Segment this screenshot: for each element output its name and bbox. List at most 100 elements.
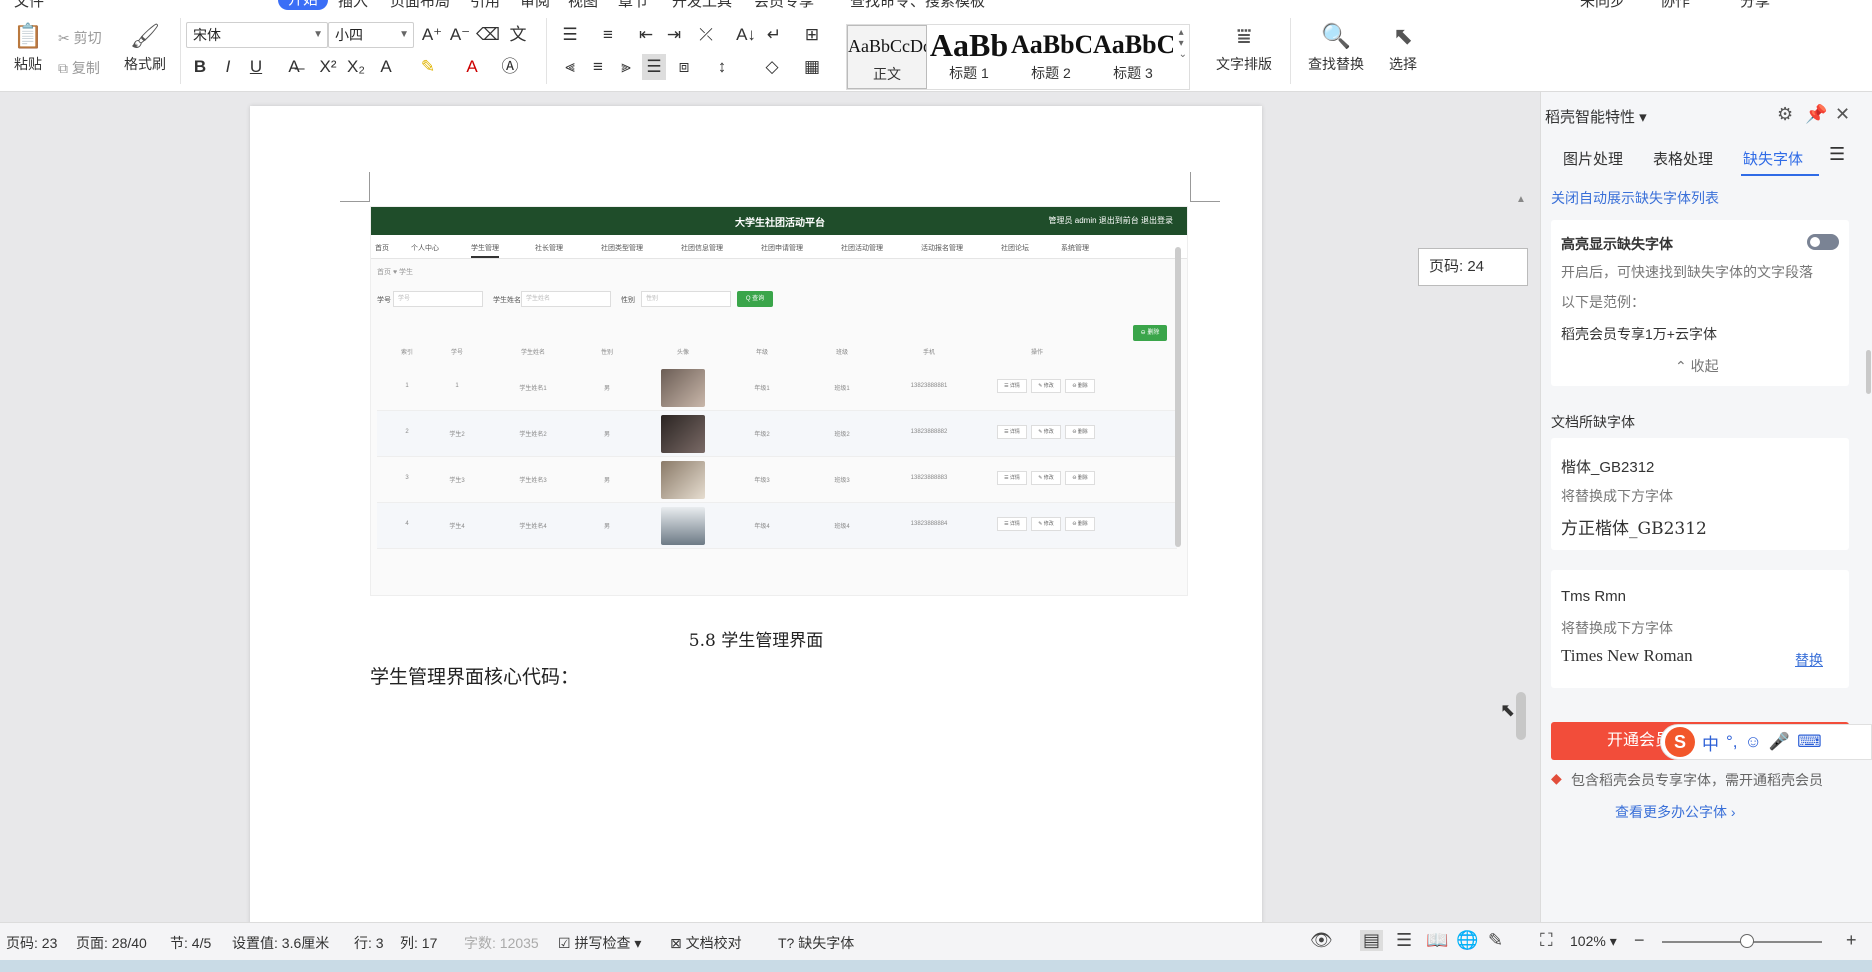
status-col[interactable]: 列: 17 bbox=[400, 933, 437, 953]
font-color-icon[interactable]: A bbox=[460, 54, 484, 80]
style-heading-2[interactable]: AaBbC 标题 2 bbox=[1011, 25, 1091, 89]
font-size-select[interactable]: 小四 ▼ bbox=[328, 22, 414, 48]
pin-icon[interactable]: 📌 bbox=[1805, 104, 1827, 125]
chinese-layout-icon[interactable]: ⤫ bbox=[694, 22, 718, 48]
emoji-icon[interactable]: ☺ bbox=[1745, 732, 1762, 752]
highlight-icon[interactable]: ✎ bbox=[416, 54, 440, 80]
ime-toolbar[interactable]: S 中 °, ☺ 🎤 ⌨ bbox=[1660, 724, 1872, 760]
tab-table-processing[interactable]: 表格处理 bbox=[1653, 148, 1713, 169]
menu-view[interactable]: 视图 bbox=[568, 0, 598, 10]
command-search[interactable]: 查找命令、搜索模板 bbox=[850, 0, 985, 10]
document-area[interactable]: 大学生社团活动平台 管理员 admin 退出到前台 退出登录 首页 个人中心 学… bbox=[0, 92, 1540, 922]
text-effect-icon[interactable]: A bbox=[374, 54, 398, 80]
sync-status[interactable]: 未同步 bbox=[1580, 0, 1625, 10]
menu-review[interactable]: 审阅 bbox=[520, 0, 550, 10]
zoom-out-icon[interactable]: − bbox=[1634, 930, 1645, 951]
shrink-font-icon[interactable]: A⁻ bbox=[448, 22, 472, 48]
gallery-more-icon[interactable]: ▴ ▾ ⌄ bbox=[1179, 27, 1187, 60]
web-view-icon[interactable]: 🌐 bbox=[1456, 930, 1478, 951]
subscript-icon[interactable]: X₂ bbox=[344, 54, 368, 80]
keyboard-icon[interactable]: ⌨ bbox=[1797, 732, 1822, 752]
menu-chapter[interactable]: 章节 bbox=[618, 0, 648, 10]
bullet-list-icon[interactable]: ☰ bbox=[558, 22, 582, 48]
borders-icon[interactable]: ▦ bbox=[800, 54, 824, 80]
status-setting[interactable]: 设置值: 3.6厘米 bbox=[232, 933, 329, 953]
style-heading-3[interactable]: AaBbC 标题 3 bbox=[1093, 25, 1173, 89]
page-view-icon[interactable]: ▤ bbox=[1360, 930, 1384, 951]
outline-view-icon[interactable]: ☰ bbox=[1396, 930, 1412, 951]
menu-dev-tools[interactable]: 开发工具 bbox=[672, 0, 732, 10]
highlight-toggle[interactable] bbox=[1807, 234, 1839, 250]
align-left-icon[interactable]: ⫷ bbox=[558, 54, 582, 80]
find-replace-button[interactable]: 🔍 查找替换 bbox=[1298, 20, 1374, 74]
numbered-list-icon[interactable]: ≡ bbox=[596, 22, 620, 48]
align-center-icon[interactable]: ≡ bbox=[586, 54, 610, 80]
panel-scrollbar[interactable] bbox=[1866, 350, 1871, 394]
show-marks-icon[interactable]: ↵ bbox=[762, 22, 786, 48]
reading-view-icon[interactable]: 📖 bbox=[1426, 930, 1448, 951]
char-border-icon[interactable]: Ⓐ bbox=[498, 54, 522, 80]
document-scrollbar[interactable]: ▲ ▼ ⇞ ○ ⇟ bbox=[1513, 192, 1527, 922]
status-section[interactable]: 节: 4/5 bbox=[170, 933, 211, 953]
zoom-in-icon[interactable]: + bbox=[1846, 930, 1857, 951]
style-heading-1[interactable]: AaBb 标题 1 bbox=[929, 25, 1009, 89]
microphone-icon[interactable]: 🎤 bbox=[1769, 732, 1790, 752]
outdent-icon[interactable]: ⇤ bbox=[634, 22, 658, 48]
copy-button[interactable]: ⧉ 复制 bbox=[58, 58, 100, 78]
bold-icon[interactable]: B bbox=[188, 54, 212, 80]
status-word-count[interactable]: 字数: 12035 bbox=[464, 933, 539, 953]
panel-title[interactable]: 稻壳智能特性 ▾ bbox=[1545, 106, 1647, 127]
underline-icon[interactable]: U bbox=[244, 54, 268, 80]
scroll-up-icon[interactable]: ▲ bbox=[1515, 194, 1527, 205]
select-button[interactable]: ⬉ 选择 bbox=[1378, 20, 1428, 74]
fit-page-icon[interactable]: ⛶ bbox=[1540, 930, 1553, 951]
tab-stops-icon[interactable]: ⊞ bbox=[800, 22, 824, 48]
tab-missing-fonts[interactable]: 缺失字体 bbox=[1743, 148, 1803, 169]
format-painter-button[interactable]: 🖌 格式刷 bbox=[120, 20, 170, 74]
cut-button[interactable]: ✂ 剪切 bbox=[58, 28, 102, 48]
style-normal[interactable]: AaBbCcDd 正文 bbox=[847, 25, 927, 89]
embedded-screenshot[interactable]: 大学生社团活动平台 管理员 admin 退出到前台 退出登录 首页 个人中心 学… bbox=[370, 206, 1188, 596]
menu-icon[interactable]: ☰ bbox=[1829, 144, 1845, 165]
more-fonts-link[interactable]: 查看更多办公字体 › bbox=[1615, 802, 1736, 822]
indent-icon[interactable]: ⇥ bbox=[662, 22, 686, 48]
eye-protection-icon[interactable]: 👁 bbox=[1310, 930, 1333, 951]
grow-font-icon[interactable]: A⁺ bbox=[420, 22, 444, 48]
replace-link[interactable]: 替换 bbox=[1795, 650, 1823, 670]
line-spacing-icon[interactable]: ↕ bbox=[710, 54, 734, 80]
paste-button[interactable]: 📋 粘贴 bbox=[8, 20, 48, 74]
menu-member[interactable]: 会员专享 bbox=[754, 0, 814, 10]
menu-file[interactable]: 文件 bbox=[14, 0, 44, 10]
phonetic-icon[interactable]: 文 bbox=[506, 22, 530, 48]
share-button[interactable]: 分享 bbox=[1740, 0, 1770, 10]
italic-icon[interactable]: I bbox=[216, 54, 240, 80]
status-row[interactable]: 行: 3 bbox=[354, 933, 384, 953]
zoom-level[interactable]: 102% ▾ bbox=[1570, 933, 1617, 950]
status-pages[interactable]: 页面: 28/40 bbox=[76, 933, 147, 953]
collapse-button[interactable]: ⌃ 收起 bbox=[1675, 356, 1719, 376]
clear-format-icon[interactable]: ⌫ bbox=[476, 22, 500, 48]
zoom-slider-knob[interactable] bbox=[1740, 934, 1754, 948]
menu-insert[interactable]: 插入 bbox=[338, 0, 368, 10]
justify-icon[interactable]: ☰ bbox=[642, 54, 666, 80]
ime-mode[interactable]: 中 bbox=[1702, 730, 1719, 755]
superscript-icon[interactable]: X² bbox=[316, 54, 340, 80]
menu-layout[interactable]: 页面布局 bbox=[390, 0, 450, 10]
body-paragraph[interactable]: 学生管理界面核心代码： bbox=[370, 662, 579, 689]
collab-button[interactable]: 协作 bbox=[1660, 0, 1690, 10]
strikethrough-icon[interactable]: A̶ bbox=[282, 54, 306, 80]
menu-start[interactable]: 开始 bbox=[278, 0, 329, 10]
gear-icon[interactable]: ⚙ bbox=[1777, 104, 1793, 125]
status-page-number[interactable]: 页码: 23 bbox=[6, 933, 57, 953]
align-right-icon[interactable]: ⫸ bbox=[614, 54, 638, 80]
distribute-icon[interactable]: ⧈ bbox=[672, 54, 696, 80]
close-auto-list-link[interactable]: 关闭自动展示缺失字体列表 bbox=[1551, 188, 1719, 208]
menu-reference[interactable]: 引用 bbox=[470, 0, 500, 10]
write-view-icon[interactable]: ✎ bbox=[1488, 930, 1503, 951]
shading-icon[interactable]: ◇ bbox=[760, 54, 784, 80]
ime-punct[interactable]: °, bbox=[1726, 732, 1738, 752]
text-layout-button[interactable]: ⩸ 文字排版 bbox=[1206, 20, 1282, 74]
missing-font-button[interactable]: T? 缺失字体 bbox=[778, 933, 854, 953]
doc-proof-button[interactable]: ⊠ 文档校对 bbox=[670, 933, 742, 953]
document-page[interactable]: 大学生社团活动平台 管理员 admin 退出到前台 退出登录 首页 个人中心 学… bbox=[250, 106, 1262, 922]
